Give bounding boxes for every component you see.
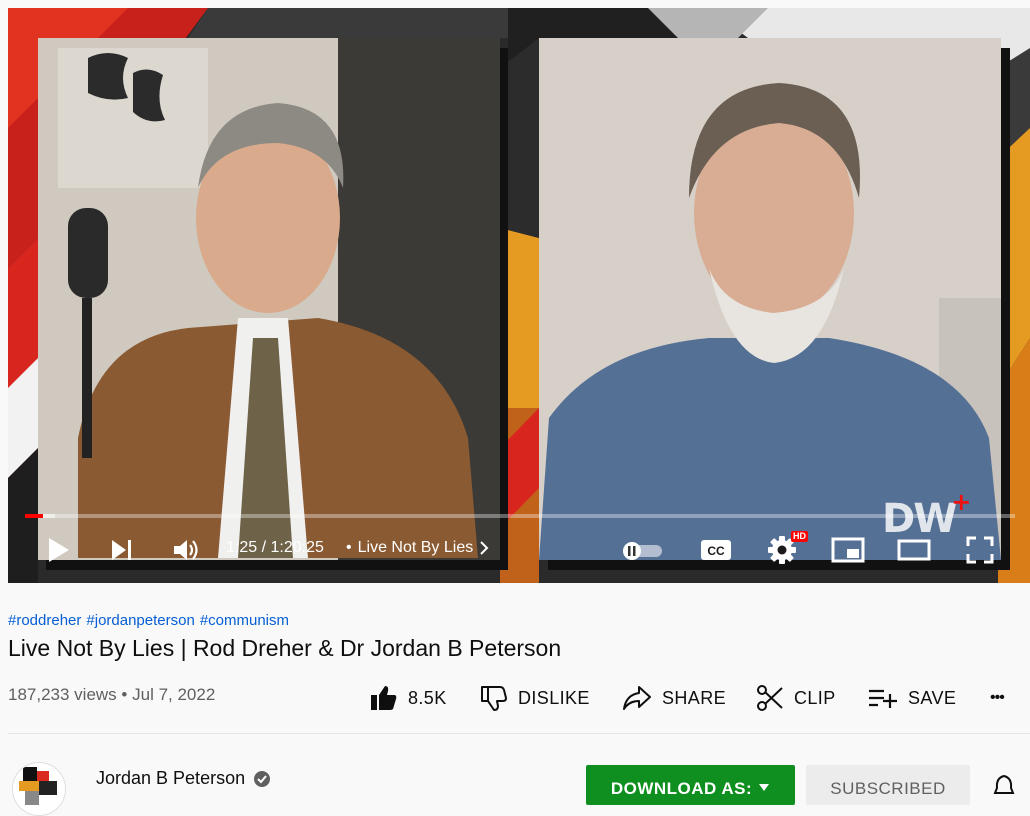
- video-meta: 187,233 views • Jul 7, 2022: [8, 685, 215, 705]
- fullscreen-icon: [966, 536, 994, 564]
- miniplayer-button[interactable]: [828, 534, 868, 566]
- theater-mode-button[interactable]: [894, 534, 934, 566]
- save-label: SAVE: [908, 687, 957, 708]
- progress-bar[interactable]: [25, 514, 1015, 518]
- fullscreen-button[interactable]: [962, 534, 998, 566]
- video-player[interactable]: DW + 1:25 / 1:20:25 • Live Not By Lies C…: [8, 8, 1030, 583]
- time-total: 1:20:25: [270, 539, 324, 556]
- channel-name[interactable]: Jordan B Peterson: [96, 768, 271, 789]
- guest-figure: [539, 38, 1001, 560]
- more-actions-button[interactable]: •••: [990, 682, 1005, 714]
- subscribed-button[interactable]: SUBSCRIBED: [806, 765, 970, 805]
- hashtag-list: #roddreher #jordanpeterson #communism: [8, 612, 289, 629]
- host-figure: [38, 38, 500, 560]
- meta-separator: •: [121, 685, 128, 704]
- subscribed-label: SUBSCRIBED: [830, 779, 946, 798]
- hashtag-link[interactable]: #communism: [200, 612, 289, 629]
- bell-icon: [993, 774, 1015, 794]
- dislike-label: DISLIKE: [518, 687, 590, 708]
- hashtag-link[interactable]: #jordanpeterson: [86, 612, 194, 629]
- save-button[interactable]: SAVE: [868, 682, 956, 714]
- time-separator: /: [257, 539, 271, 556]
- like-button[interactable]: 8.5K: [370, 682, 447, 714]
- video-title: Live Not By Lies | Rod Dreher & Dr Jorda…: [8, 635, 562, 661]
- skip-next-icon: [112, 540, 131, 560]
- host-video-panel: [38, 38, 500, 560]
- view-count: 187,233 views: [8, 685, 117, 704]
- chapter-bullet: •: [346, 539, 352, 556]
- closed-captions-icon: CC: [701, 540, 731, 560]
- time-current: 1:25: [226, 539, 258, 556]
- volume-icon: [174, 540, 198, 560]
- guest-video-panel: [539, 38, 1001, 560]
- hashtag-link[interactable]: #roddreher: [8, 612, 81, 629]
- channel-logo: [13, 763, 65, 815]
- channel-avatar[interactable]: [12, 762, 66, 816]
- play-icon: [49, 538, 69, 562]
- chevron-right-icon: [480, 541, 489, 555]
- thumbs-down-icon: [481, 686, 507, 711]
- svg-text:CC: CC: [707, 544, 725, 558]
- autoplay-toggle-icon: [623, 542, 662, 560]
- clip-label: CLIP: [794, 687, 836, 708]
- add-to-playlist-icon: [869, 689, 897, 708]
- clip-button[interactable]: CLIP: [756, 682, 836, 714]
- download-button[interactable]: DOWNLOAD AS:: [586, 765, 795, 805]
- like-count: 8.5K: [408, 687, 447, 708]
- share-icon: [623, 686, 651, 710]
- dislike-button[interactable]: DISLIKE: [480, 682, 590, 714]
- miniplayer-icon: [831, 537, 865, 563]
- autoplay-toggle[interactable]: [618, 534, 668, 566]
- caret-down-icon: [759, 784, 770, 791]
- share-label: SHARE: [662, 687, 727, 708]
- channel-name-text: Jordan B Peterson: [96, 768, 246, 788]
- chapter-button[interactable]: • Live Not By Lies: [346, 539, 489, 557]
- time-display: 1:25 / 1:20:25: [226, 539, 324, 557]
- hd-badge: HD: [791, 531, 808, 542]
- more-icon: •••: [990, 689, 1005, 706]
- section-divider: [8, 733, 1030, 734]
- play-button[interactable]: [42, 534, 74, 566]
- progress-played: [25, 514, 43, 518]
- upload-date: Jul 7, 2022: [132, 685, 216, 704]
- volume-button[interactable]: [170, 534, 202, 566]
- chapter-title: Live Not By Lies: [357, 539, 474, 556]
- download-label: DOWNLOAD AS:: [610, 779, 753, 798]
- verified-check-icon: [254, 770, 271, 787]
- next-button[interactable]: [106, 534, 138, 566]
- scissors-icon: [757, 685, 783, 711]
- share-button[interactable]: SHARE: [622, 682, 726, 714]
- theater-mode-icon: [897, 539, 931, 561]
- thumbs-up-icon: [371, 686, 397, 710]
- captions-button[interactable]: CC: [696, 534, 736, 566]
